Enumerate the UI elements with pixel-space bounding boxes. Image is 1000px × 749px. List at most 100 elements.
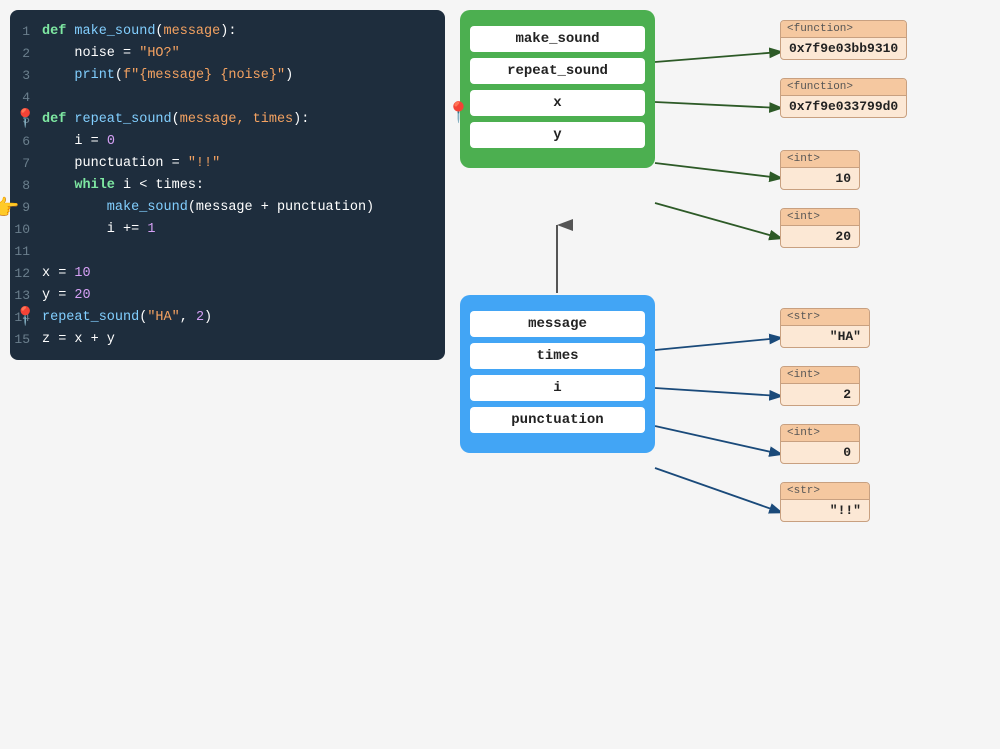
token-plain: noise =	[42, 46, 139, 61]
value-box-str-excl: <str> "!!"	[780, 482, 870, 522]
token-number: 2	[196, 310, 204, 325]
code-line-3: 3 print(f"{message} {noise}")	[10, 64, 445, 86]
pin-global: 📍	[446, 100, 471, 124]
line-number-12: 12	[10, 266, 42, 281]
value-content-5: "HA"	[781, 326, 869, 347]
token-plain: (	[115, 68, 123, 83]
type-label-5: <str>	[781, 309, 869, 326]
token-kw: def	[42, 24, 74, 39]
value-content-2: 0x7f9e033799d0	[781, 96, 906, 117]
global-var-make-sound: make_sound	[470, 26, 645, 52]
line-content-3: print(f"{message} {noise}")	[42, 68, 445, 83]
value-content-8: "!!"	[781, 500, 869, 521]
line-content-14: repeat_sound("HA", 2)	[42, 310, 445, 325]
token-plain: ,	[180, 310, 196, 325]
code-line-6: 6 i = 0	[10, 130, 445, 152]
value-content-6: 2	[781, 384, 859, 405]
token-plain: (	[155, 24, 163, 39]
token-plain: ):	[293, 112, 309, 127]
line-number-2: 2	[10, 46, 42, 61]
value-box-int-20: <int> 20	[780, 208, 860, 248]
token-builtin: make_sound	[42, 200, 188, 215]
token-number: 0	[107, 134, 115, 149]
line-content-13: y = 20	[42, 288, 445, 303]
line-content-2: noise = "HO?"	[42, 46, 445, 61]
local-var-times: times	[470, 343, 645, 369]
line-content-1: def make_sound(message):	[42, 24, 445, 39]
token-kw: def	[42, 112, 74, 127]
code-panel: 1def make_sound(message):2 noise = "HO?"…	[10, 10, 445, 360]
code-line-10: 10 i += 1	[10, 218, 445, 240]
global-var-repeat-sound: repeat_sound	[470, 58, 645, 84]
token-plain: ):	[220, 24, 236, 39]
token-fn-name: make_sound	[74, 24, 155, 39]
local-var-message: message	[470, 311, 645, 337]
code-line-5: 📍5def repeat_sound(message, times):	[10, 108, 445, 130]
global-var-x: x	[470, 90, 645, 116]
code-line-12: 12x = 10	[10, 262, 445, 284]
type-label-8: <str>	[781, 483, 869, 500]
token-string: "HO?"	[139, 46, 180, 61]
code-line-13: 13y = 20	[10, 284, 445, 306]
value-content-1: 0x7f9e03bb9310	[781, 38, 906, 59]
code-line-2: 2 noise = "HO?"	[10, 42, 445, 64]
line-content-15: z = x + y	[42, 332, 445, 347]
line-content-10: i += 1	[42, 222, 445, 237]
code-line-15: 15z = x + y	[10, 328, 445, 350]
line-number-4: 4	[10, 90, 42, 105]
token-plain: (message + punctuation)	[188, 200, 374, 215]
token-number: 1	[147, 222, 155, 237]
code-line-7: 7 punctuation = "!!"	[10, 152, 445, 174]
value-content-3: 10	[781, 168, 859, 189]
value-box-str-ha: <str> "HA"	[780, 308, 870, 348]
token-plain: punctuation =	[42, 156, 188, 171]
diagram: make_sound repeat_sound x y message time…	[460, 10, 990, 590]
type-label-6: <int>	[781, 367, 859, 384]
value-content-7: 0	[781, 442, 859, 463]
token-plain: y =	[42, 288, 74, 303]
local-var-i: i	[470, 375, 645, 401]
line-number-7: 7	[10, 156, 42, 171]
token-fn-name: repeat_sound	[42, 310, 139, 325]
token-kw: while	[42, 178, 123, 193]
token-plain: )	[285, 68, 293, 83]
line-number-11: 11	[10, 244, 42, 259]
global-var-y: y	[470, 122, 645, 148]
token-string: "HA"	[147, 310, 179, 325]
code-line-8: 8 while i < times:	[10, 174, 445, 196]
line-content-7: punctuation = "!!"	[42, 156, 445, 171]
token-plain: (	[172, 112, 180, 127]
line-number-15: 15	[10, 332, 42, 347]
code-line-4: 4	[10, 86, 445, 108]
value-box-int-0: <int> 0	[780, 424, 860, 464]
line-content-5: def repeat_sound(message, times):	[42, 112, 445, 127]
local-frame: message times i punctuation	[460, 295, 655, 453]
code-line-1: 1def make_sound(message):	[10, 20, 445, 42]
code-line-14: 📍14repeat_sound("HA", 2)	[10, 306, 445, 328]
token-plain: i < times:	[123, 178, 204, 193]
type-label-7: <int>	[781, 425, 859, 442]
type-label-4: <int>	[781, 209, 859, 226]
line-content-6: i = 0	[42, 134, 445, 149]
value-box-int-10: <int> 10	[780, 150, 860, 190]
pin-line-5: 📍	[14, 108, 36, 130]
token-fn-name: repeat_sound	[74, 112, 171, 127]
token-plain: i =	[42, 134, 107, 149]
line-number-1: 1	[10, 24, 42, 39]
line-content-9: make_sound(message + punctuation)	[42, 200, 445, 215]
pin-line-14: 📍	[14, 306, 36, 328]
token-plain: i +=	[42, 222, 147, 237]
local-var-punctuation: punctuation	[470, 407, 645, 433]
line-number-13: 13	[10, 288, 42, 303]
token-number: 20	[74, 288, 90, 303]
line-content-8: while i < times:	[42, 178, 445, 193]
token-plain: )	[204, 310, 212, 325]
token-param: message, times	[180, 112, 293, 127]
value-box-function-2: <function> 0x7f9e033799d0	[780, 78, 907, 118]
token-string: "!!"	[188, 156, 220, 171]
token-number: 10	[74, 266, 90, 281]
line-number-8: 8	[10, 178, 42, 193]
value-box-function-1: <function> 0x7f9e03bb9310	[780, 20, 907, 60]
line-number-10: 10	[10, 222, 42, 237]
code-line-11: 11	[10, 240, 445, 262]
